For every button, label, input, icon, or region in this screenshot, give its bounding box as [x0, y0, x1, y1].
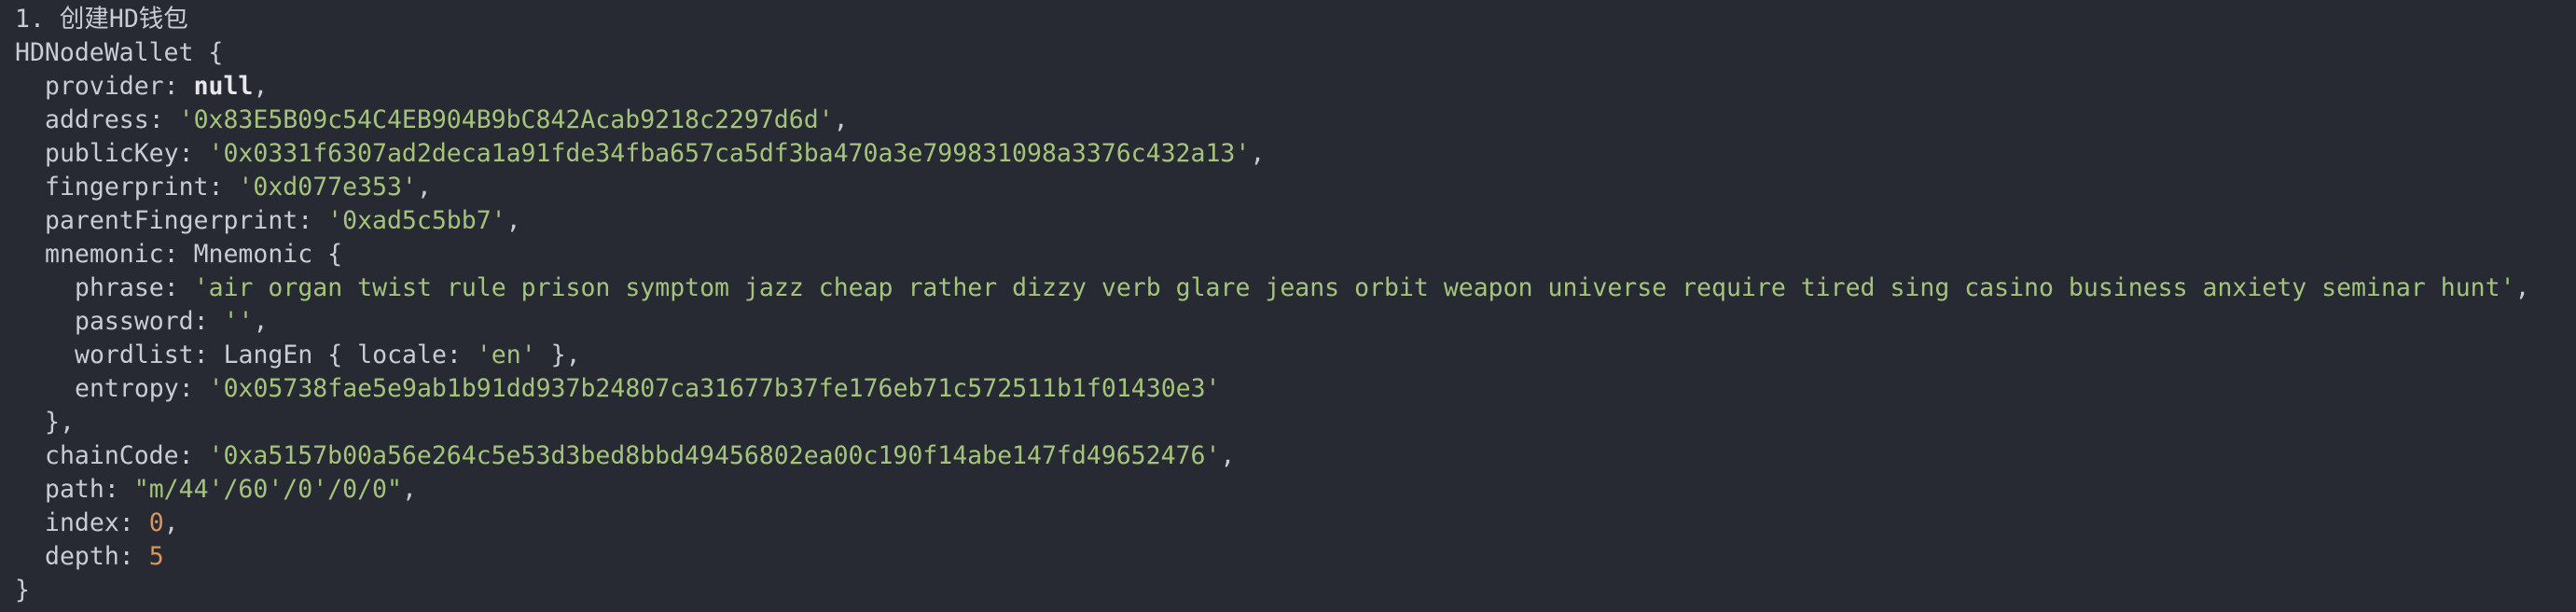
field-depth: depth: 5	[15, 540, 2570, 574]
field-value: '0x05738fae5e9ab1b91dd937b24807ca31677b3…	[208, 374, 1221, 403]
field-mnemonic: mnemonic: Mnemonic {	[15, 238, 2570, 271]
colon: :	[193, 341, 224, 369]
field-key: publicKey	[45, 139, 179, 168]
brace-close: }	[15, 576, 30, 605]
comma: ,	[401, 475, 417, 504]
field-value: '0xd077e353'	[238, 173, 417, 202]
field-fingerprint: fingerprint: '0xd077e353',	[15, 171, 2570, 204]
locale-value: 'en'	[476, 341, 536, 369]
mnemonic-close-line: },	[15, 406, 2570, 439]
field-value: "m/44'/60'/0'/0/0"	[133, 475, 402, 504]
field-index: index: 0,	[15, 507, 2570, 540]
comma: ,	[253, 307, 269, 336]
field-key: depth	[45, 542, 119, 571]
colon: :	[208, 173, 239, 202]
brace-close: },	[45, 408, 75, 437]
field-value: 0	[148, 508, 164, 537]
brace-open: {	[312, 240, 343, 269]
comma: ,	[506, 206, 521, 235]
field-key: phrase	[75, 273, 164, 302]
wordlist-class-name: LangEn	[223, 341, 313, 369]
field-wordlist: wordlist: LangEn { locale: 'en' },	[15, 339, 2570, 372]
comma: ,	[416, 173, 432, 202]
field-password: password: '',	[15, 305, 2570, 339]
field-key: entropy	[75, 374, 179, 403]
comma: ,	[253, 72, 269, 101]
field-key: parentFingerprint	[45, 206, 298, 235]
field-value: null	[193, 72, 254, 101]
field-value: 'air organ twist rule prison symptom jaz…	[193, 273, 2515, 302]
colon: :	[163, 240, 194, 269]
field-address: address: '0x83E5B09c54C4EB904B9bC842Acab…	[15, 104, 2570, 137]
colon: :	[163, 72, 194, 101]
field-public-key: publicKey: '0x0331f6307ad2deca1a91fde34f…	[15, 137, 2570, 171]
colon: :	[104, 475, 134, 504]
colon: :	[118, 508, 149, 537]
field-key: index	[45, 508, 119, 537]
colon: :	[148, 105, 179, 134]
comma: ,	[2514, 273, 2530, 302]
colon: :	[298, 206, 328, 235]
field-value: '0x83E5B09c54C4EB904B9bC842Acab9218c2297…	[178, 105, 834, 134]
brace-open: {	[312, 341, 358, 369]
locale-key: locale	[357, 341, 447, 369]
field-provider: provider: null,	[15, 70, 2570, 104]
root-class-name: HDNodeWallet	[15, 38, 194, 67]
colon: :	[178, 441, 209, 470]
comma: ,	[833, 105, 849, 134]
field-parent-fingerprint: parentFingerprint: '0xad5c5bb7',	[15, 204, 2570, 238]
object-open-line: HDNodeWallet {	[15, 36, 2570, 70]
field-value: '0xad5c5bb7'	[327, 206, 506, 235]
field-key: provider	[45, 72, 164, 101]
field-value: ''	[223, 307, 254, 336]
field-key: path	[45, 475, 104, 504]
object-close-line: }	[15, 574, 2570, 607]
comma: ,	[1220, 441, 1236, 470]
field-path: path: "m/44'/60'/0'/0/0",	[15, 473, 2570, 507]
colon: :	[118, 542, 149, 571]
field-key: mnemonic	[45, 240, 164, 269]
colon: :	[178, 374, 209, 403]
field-chain-code: chainCode: '0xa5157b00a56e264c5e53d3bed8…	[15, 439, 2570, 473]
colon: :	[446, 341, 477, 369]
field-value: 5	[148, 542, 164, 571]
field-value: '0x0331f6307ad2deca1a91fde34fba657ca5df3…	[208, 139, 1251, 168]
colon: :	[163, 273, 194, 302]
field-key: wordlist	[75, 341, 194, 369]
field-key: password	[75, 307, 194, 336]
mnemonic-class-name: Mnemonic	[193, 240, 313, 269]
brace-open: {	[193, 38, 224, 67]
brace-close: },	[535, 341, 581, 369]
colon: :	[178, 139, 209, 168]
field-key: address	[45, 105, 149, 134]
comma: ,	[163, 508, 179, 537]
heading-text: 1. 创建HD钱包	[15, 5, 188, 34]
field-phrase: phrase: 'air organ twist rule prison sym…	[15, 271, 2570, 305]
field-key: fingerprint	[45, 173, 209, 202]
field-entropy: entropy: '0x05738fae5e9ab1b91dd937b24807…	[15, 372, 2570, 406]
field-value: '0xa5157b00a56e264c5e53d3bed8bbd49456802…	[208, 441, 1221, 470]
field-key: chainCode	[45, 441, 179, 470]
colon: :	[193, 307, 224, 336]
comma: ,	[1250, 139, 1266, 168]
console-output: 1. 创建HD钱包 HDNodeWallet { provider: null,…	[15, 3, 2570, 607]
output-heading: 1. 创建HD钱包	[15, 3, 2570, 36]
